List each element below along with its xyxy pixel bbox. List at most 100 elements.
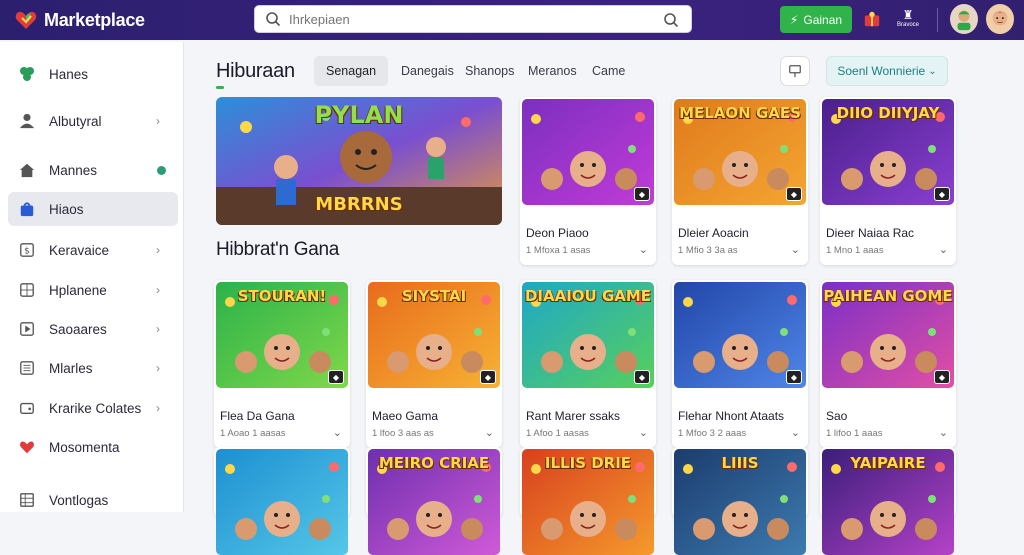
- sidebar-item-label: Albutyral: [49, 113, 102, 129]
- search-bar[interactable]: [254, 5, 692, 33]
- game-meta: 1 Aoao 1 aasas: [220, 428, 286, 439]
- game-thumbnail-title: DIAAIOU GAME: [524, 287, 652, 305]
- search-input[interactable]: [289, 11, 649, 27]
- chevron-down-icon[interactable]: ⌄: [333, 426, 342, 439]
- game-thumbnail[interactable]: DIIO DIIYJAY ◆: [822, 99, 954, 205]
- game-card[interactable]: ◆ Flehar Nhont Ataats 1 Mfoo 3 2 aaas ⌄: [672, 280, 808, 448]
- sidebar-item-mannes[interactable]: Mannes: [8, 153, 178, 187]
- chevron-right-icon: ›: [156, 283, 160, 297]
- game-title: Flea Da Gana: [220, 409, 295, 423]
- sidebar-item-krarike-colates[interactable]: Krarike Colates ›: [8, 391, 178, 425]
- grid-icon: [18, 281, 36, 299]
- featured-banner[interactable]: PYLAN MBRRNS: [216, 97, 502, 225]
- play-icon: [18, 320, 36, 338]
- top-navigation-bar: Marketplace ⚡ Gainan ♜ Bravoce: [0, 0, 1024, 40]
- game-card[interactable]: MEIRO CRIAE: [366, 447, 502, 555]
- chevron-right-icon: ›: [156, 243, 160, 257]
- game-thumbnail[interactable]: MELAON GAES ◆: [674, 99, 806, 205]
- sidebar-item-saoaares[interactable]: Saoaares ›: [8, 312, 178, 346]
- filter-icon: [789, 65, 801, 78]
- game-card[interactable]: DIAAIOU GAME ◆ Rant Marer ssaks 1 Afoo 1 aa…: [520, 280, 656, 448]
- game-meta: 1 Mfoo 3 2 aaas: [678, 428, 747, 439]
- game-card[interactable]: MELAON GAES ◆ Dleier Aoacin 1 Mfio 3 3a as ⌄: [672, 97, 808, 265]
- notifications-label: Bravoce: [896, 22, 919, 28]
- user-avatar-secondary[interactable]: [950, 4, 978, 34]
- game-thumbnail[interactable]: DIAAIOU GAME ◆: [522, 282, 654, 388]
- dollar-icon: $: [18, 241, 36, 259]
- sidebar-item-hiaos[interactable]: Hiaos: [8, 192, 178, 226]
- sidebar-item-label: Krarike Colates: [49, 400, 142, 416]
- game-thumbnail[interactable]: SIYSTAI ◆: [368, 282, 500, 388]
- game-card[interactable]: YAIPAIRE: [820, 447, 956, 555]
- chevron-down-icon[interactable]: ⌄: [791, 426, 800, 439]
- sidebar: Hanes Albutyral › Mannes Hiaos $ Keravai…: [0, 42, 184, 512]
- game-thumbnail[interactable]: LIIIS: [674, 449, 806, 555]
- platform-icon: ◆: [934, 370, 950, 384]
- person-icon: [18, 112, 36, 130]
- search-submit-icon[interactable]: [663, 12, 679, 28]
- game-card[interactable]: ILLIS DRIE: [520, 447, 656, 555]
- deploy-button[interactable]: ⚡ Gainan: [780, 6, 852, 33]
- game-thumbnail-title: ILLIS DRIE: [544, 454, 632, 472]
- game-thumbnail[interactable]: ILLIS DRIE: [522, 449, 654, 555]
- sidebar-item-hplanene[interactable]: Hplanene ›: [8, 273, 178, 307]
- game-thumbnail[interactable]: YAIPAIRE: [822, 449, 954, 555]
- sidebar-item-label: Mannes: [49, 162, 98, 178]
- game-card[interactable]: PAIHEAN GOME ◆ Sao 1 lifoo 1 aaas ⌄: [820, 280, 956, 448]
- app-logo[interactable]: Marketplace: [14, 8, 234, 32]
- section-title: Hibbrat'n Gana: [216, 239, 340, 260]
- game-thumbnail[interactable]: STOURAN! ◆: [216, 282, 348, 388]
- sidebar-item-albutyral[interactable]: Albutyral ›: [8, 104, 178, 138]
- featured-banner-subtitle: MBRRNS: [315, 194, 403, 215]
- game-card[interactable]: ◆ Deon Piaoo 1 Mfoxa 1 asas ⌄: [520, 97, 656, 265]
- clover-icon: [18, 65, 36, 83]
- sidebar-item-hanes[interactable]: Hanes: [8, 57, 178, 91]
- game-title: Dieer Naiaa Rac: [826, 226, 915, 240]
- game-title: Sao: [826, 409, 848, 423]
- app-name: Marketplace: [44, 9, 145, 30]
- chevron-down-icon[interactable]: ⌄: [939, 426, 948, 439]
- chevron-down-icon[interactable]: ⌄: [639, 426, 648, 439]
- chevron-right-icon: ›: [156, 401, 160, 415]
- sidebar-item-label: Keravaice: [49, 242, 110, 258]
- sidebar-item-keravaice[interactable]: $ Keravaice ›: [8, 233, 178, 267]
- sidebar-item-mosomenta[interactable]: Mosomenta: [8, 430, 178, 464]
- game-card[interactable]: LIIIS: [672, 447, 808, 555]
- chevron-right-icon: ›: [156, 322, 160, 336]
- game-thumbnail[interactable]: [216, 449, 348, 555]
- chevron-down-icon[interactable]: ⌄: [791, 243, 800, 256]
- sort-dropdown[interactable]: Soenl Wonnierie ⌄: [826, 56, 948, 86]
- game-card[interactable]: SIYSTAI ◆ Maeo Gama 1 lfoo 3 aas as ⌄: [366, 280, 502, 448]
- game-card[interactable]: STOURAN! ◆ Flea Da Gana 1 Aoao 1 aasas ⌄: [214, 280, 350, 448]
- bag-icon: [18, 200, 36, 218]
- platform-icon: ◆: [786, 370, 802, 384]
- gift-icon[interactable]: [861, 8, 883, 30]
- page-title: Hiburaan: [216, 60, 295, 82]
- game-thumbnail-art: [216, 449, 348, 555]
- user-avatar[interactable]: [986, 4, 1014, 34]
- game-thumbnail[interactable]: ◆: [674, 282, 806, 388]
- chevron-down-icon[interactable]: ⌄: [485, 426, 494, 439]
- svg-text:$: $: [24, 247, 30, 257]
- game-thumbnail-title: DIIO DIIYJAY: [836, 104, 940, 122]
- tab-senagan[interactable]: Senagan: [314, 56, 389, 86]
- chevron-down-icon[interactable]: ⌄: [639, 243, 648, 256]
- chevron-down-icon[interactable]: ⌄: [939, 243, 948, 256]
- game-meta: 1 Mfio 3 3a as: [678, 245, 738, 256]
- game-meta: 1 lfoo 3 aas as: [372, 428, 434, 439]
- game-thumbnail[interactable]: PAIHEAN GOME ◆: [822, 282, 954, 388]
- tab-came[interactable]: Came: [580, 56, 637, 86]
- game-card[interactable]: DIIO DIIYJAY ◆ Dieer Naiaa Rac 1 Mno 1 aaas…: [820, 97, 956, 265]
- notifications-button[interactable]: ♜ Bravoce: [891, 8, 925, 34]
- platform-icon: ◆: [328, 370, 344, 384]
- tab-meranos[interactable]: Meranos: [516, 56, 589, 86]
- game-thumbnail[interactable]: ◆: [522, 99, 654, 205]
- game-thumbnail-title: SIYSTAI: [401, 287, 467, 305]
- filter-button[interactable]: [780, 56, 810, 86]
- game-card[interactable]: [214, 447, 350, 555]
- game-thumbnail[interactable]: MEIRO CRIAE: [368, 449, 500, 555]
- sidebar-item-label: Vontlogas: [49, 492, 109, 508]
- game-meta: 1 Afoo 1 aasas: [526, 428, 589, 439]
- platform-icon: ◆: [480, 370, 496, 384]
- sidebar-item-mlarles[interactable]: Mlarles ›: [8, 351, 178, 385]
